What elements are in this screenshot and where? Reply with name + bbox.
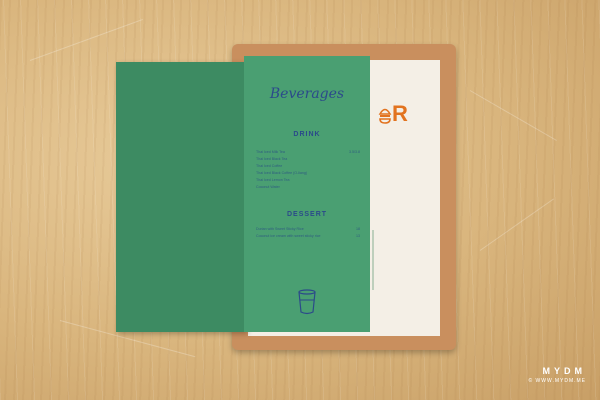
watermark-brand: MYDM bbox=[542, 366, 586, 376]
drink-heading: DRINK bbox=[293, 131, 321, 138]
dessert-item: Durian with Sweet Sticky Rice 18 bbox=[256, 227, 360, 231]
cup-icon bbox=[298, 289, 316, 315]
drink-item: Thai Iced Black Coffee (O-liang) bbox=[256, 171, 308, 175]
menu-title: Beverages bbox=[269, 86, 345, 102]
folded-menu-flap bbox=[116, 62, 246, 332]
watermark-site: © WWW.MYDM.ME bbox=[528, 378, 586, 384]
dessert-item: Coconut ice cream with sweet sticky rice… bbox=[256, 234, 360, 238]
drink-item: Thai Iced Black Tea bbox=[256, 157, 288, 161]
brand-letter: R bbox=[392, 101, 408, 126]
dessert-heading: DESSERT bbox=[286, 211, 328, 218]
drink-item: Thai Iced Lemon Tea bbox=[256, 178, 290, 182]
page-edge-detail bbox=[372, 230, 380, 290]
drink-item: Thai Iced Coffee bbox=[256, 164, 283, 168]
drink-item: Thai Iced Milk Tea 3.5/3.8 bbox=[256, 150, 360, 154]
drink-item: Coconut Water bbox=[256, 185, 280, 189]
watermark: MYDM © WWW.MYDM.ME bbox=[528, 366, 586, 384]
